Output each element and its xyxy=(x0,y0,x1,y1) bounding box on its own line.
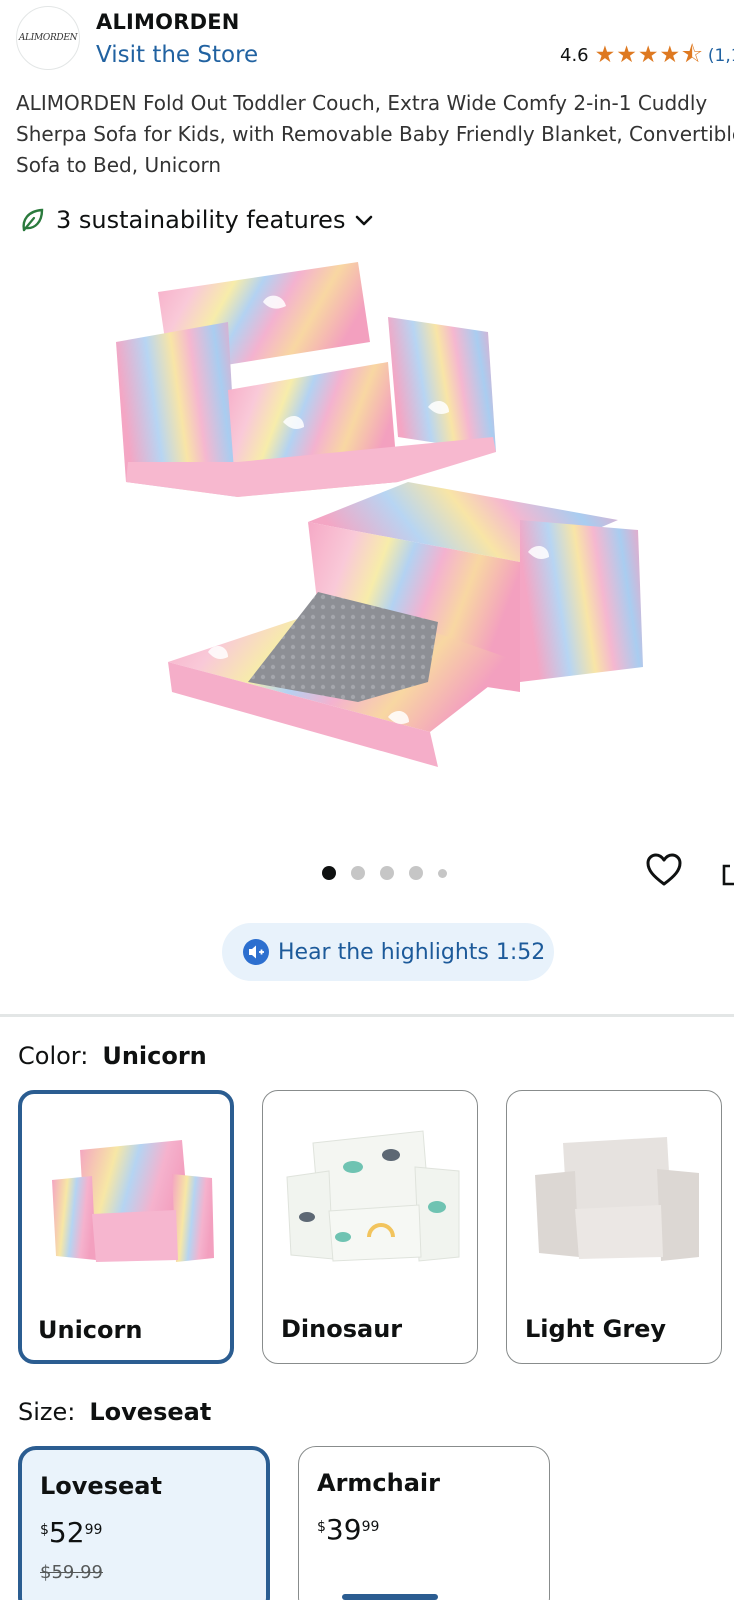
rating-value: 4.6 xyxy=(560,45,589,66)
price-fraction: 99 xyxy=(361,1519,380,1535)
image-pagination[interactable] xyxy=(322,866,462,880)
dinosaur-swatch-image xyxy=(286,1130,460,1262)
size-option-name: Loveseat xyxy=(40,1472,162,1500)
star-icon: ★ xyxy=(659,42,681,68)
color-option-dinosaur[interactable]: Dinosaur xyxy=(262,1090,478,1364)
rating-count-link[interactable]: (1,1 xyxy=(708,46,734,66)
price-currency: $ xyxy=(317,1519,326,1535)
size-option-price: $ 39 99 xyxy=(317,1513,379,1546)
price-whole: 52 xyxy=(48,1516,85,1549)
pagination-dot[interactable] xyxy=(351,866,365,880)
rating-summary[interactable]: 4.6 ★ ★ ★ ★ ⯪ (1,1 xyxy=(560,44,734,67)
star-icon: ★ xyxy=(637,42,659,68)
color-option-label: Unicorn xyxy=(38,1316,143,1344)
product-title: ALIMORDEN Fold Out Toddler Couch, Extra … xyxy=(16,91,734,177)
sustainability-toggle[interactable]: 3 sustainability features xyxy=(18,206,375,234)
size-option-armchair[interactable]: Armchair $ 39 99 xyxy=(298,1446,550,1600)
star-rating: ★ ★ ★ ★ ⯪ xyxy=(595,44,704,67)
brand-logo[interactable]: ALIMORDEN xyxy=(16,6,80,70)
share-icon[interactable] xyxy=(722,856,734,886)
star-icon: ★ xyxy=(616,42,637,68)
price-currency: $ xyxy=(40,1522,49,1538)
heart-icon[interactable] xyxy=(645,852,683,888)
color-option-light-grey[interactable]: Light Grey xyxy=(506,1090,722,1364)
price-fraction: 99 xyxy=(84,1522,103,1538)
color-option-label: Dinosaur xyxy=(281,1315,403,1343)
chevron-down-icon xyxy=(356,215,373,226)
size-option-list-price: $59.99 xyxy=(40,1562,103,1583)
size-label-row: Size: Loveseat xyxy=(18,1398,211,1426)
brand-name: ALIMORDEN xyxy=(96,10,240,34)
color-selected-value: Unicorn xyxy=(102,1042,207,1070)
color-label: Color: xyxy=(18,1042,89,1070)
pagination-dot[interactable] xyxy=(409,866,423,880)
speaker-icon xyxy=(243,939,269,965)
sustainability-label: 3 sustainability features xyxy=(56,206,346,234)
product-image[interactable] xyxy=(108,262,668,802)
visit-store-link[interactable]: Visit the Store xyxy=(96,42,258,68)
star-icon: ★ xyxy=(594,42,616,68)
half-star-icon: ⯪ xyxy=(681,42,703,68)
color-option-unicorn[interactable]: Unicorn xyxy=(18,1090,234,1364)
price-whole: 39 xyxy=(325,1513,362,1546)
unicorn-swatch-image xyxy=(52,1140,214,1262)
scroll-indicator xyxy=(342,1594,438,1600)
size-label: Size: xyxy=(18,1398,76,1426)
size-selected-value: Loveseat xyxy=(89,1398,212,1426)
hear-highlights-label: Hear the highlights 1:52 xyxy=(278,939,546,965)
color-option-label: Light Grey xyxy=(525,1315,667,1343)
section-divider xyxy=(0,1014,734,1017)
pagination-dot[interactable] xyxy=(322,866,336,880)
pagination-dot[interactable] xyxy=(380,866,394,880)
size-option-loveseat[interactable]: Loveseat $ 52 99 $59.99 xyxy=(18,1446,270,1600)
size-option-name: Armchair xyxy=(317,1469,440,1497)
size-option-price: $ 52 99 xyxy=(40,1516,102,1549)
pagination-dot[interactable] xyxy=(438,868,447,878)
light-grey-swatch-image xyxy=(535,1137,699,1261)
hear-highlights-button[interactable]: Hear the highlights 1:52 xyxy=(222,923,554,981)
color-label-row: Color: Unicorn xyxy=(18,1042,207,1070)
leaf-icon xyxy=(22,208,44,232)
